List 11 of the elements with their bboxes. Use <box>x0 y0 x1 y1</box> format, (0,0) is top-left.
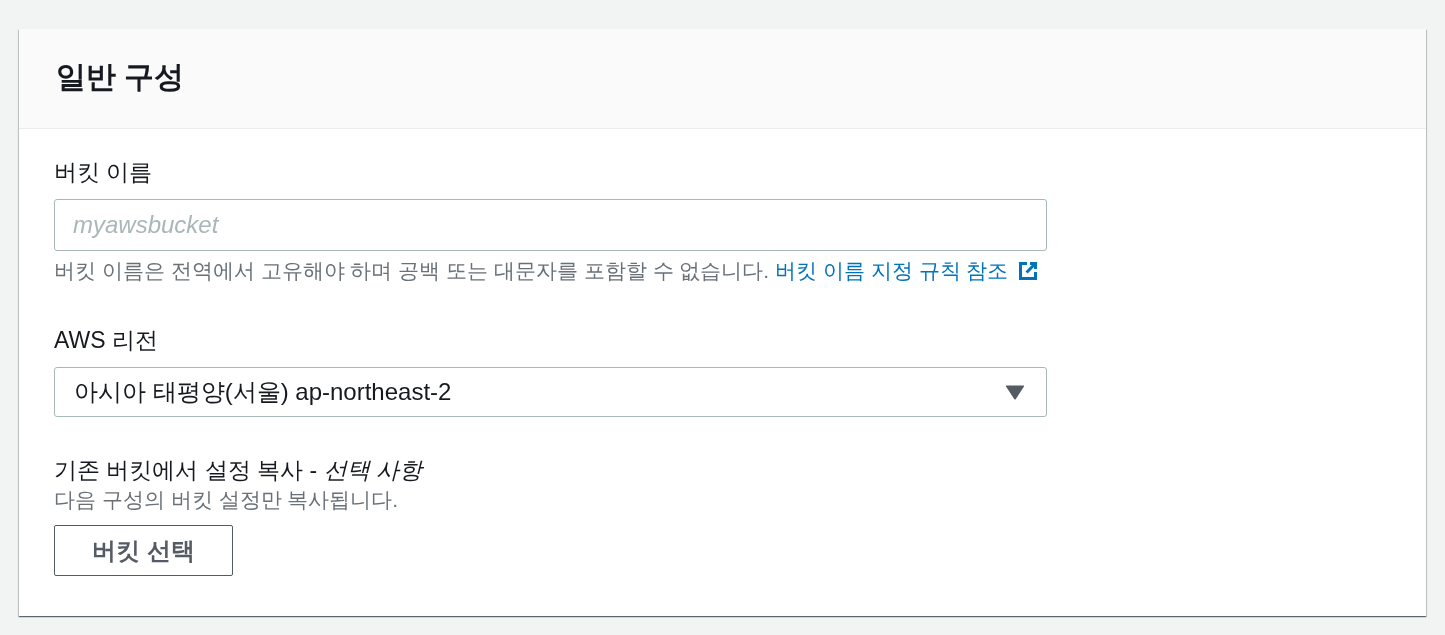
field-label: AWS 리전 <box>54 326 158 355</box>
choose-bucket-button[interactable]: 버킷 선택 <box>54 525 233 576</box>
region-dropdown[interactable]: 아시아 태평양(서울) ap-northeast-2 <box>54 367 1047 417</box>
help-link[interactable]: 버킷 이름 지정 규칙 참조 <box>775 255 1041 287</box>
caret-icon <box>1005 384 1025 400</box>
field-label: 기존 버킷에서 설정 복사 - 선택 사항 <box>54 456 422 485</box>
section-title: 일반 구성 <box>56 58 185 95</box>
field-label: 버킷 이름 <box>54 158 153 187</box>
help-text: 버킷 이름은 전역에서 고유해야 하며 공백 또는 대문자를 포함할 수 없습니다. 버킷 이름 지정 규칙 참조 <box>54 255 1041 287</box>
input-field[interactable]: myawsbucket <box>54 199 1047 251</box>
field-description: 다음 구성의 버킷 설정만 복사됩니다. <box>54 487 399 513</box>
